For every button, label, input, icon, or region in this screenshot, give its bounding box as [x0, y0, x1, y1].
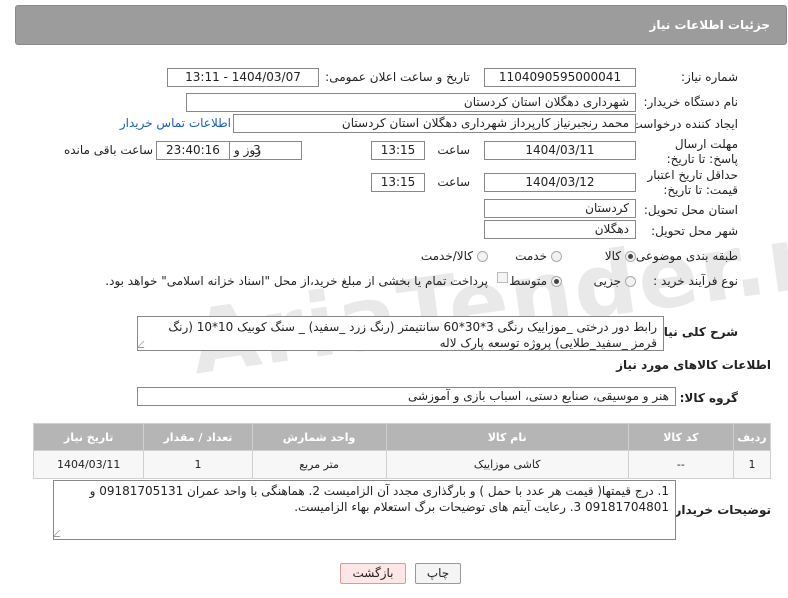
- purchase-type-label: نوع فرآیند خرید :: [653, 274, 738, 288]
- province-field: کردستان: [484, 199, 636, 218]
- cell-name: کاشی موزاییک: [385, 450, 629, 479]
- deadline-date-field: 1404/03/11: [484, 141, 636, 160]
- buyer-org-field: شهرداری دهگلان استان کردستان: [186, 93, 636, 112]
- watermark: AriaTender.neT: [184, 185, 788, 395]
- creator-field: محمد رنجبرنیاز کارپرداز شهرداری دهگلان ا…: [233, 114, 636, 133]
- description-field: رابط دور درختی _موزاییک رنگی 3*30*60 سان…: [137, 316, 664, 351]
- purchase-option-minor: جزیی: [593, 274, 621, 288]
- category-radio-service[interactable]: [551, 251, 562, 262]
- deadline-time-field: 13:15: [371, 141, 425, 160]
- page-title: جزئیات اطلاعات نیاز: [649, 18, 770, 32]
- purchase-radio-medium[interactable]: [551, 276, 562, 287]
- buyer-contact-link[interactable]: اطلاعات تماس خریدار: [120, 116, 231, 130]
- cell-date: 1404/03/11: [32, 450, 145, 479]
- deadline-time-label: ساعت: [437, 143, 470, 157]
- city-field: دهگلان: [484, 220, 636, 239]
- announce-field: 1404/03/07 - 13:11: [167, 68, 319, 87]
- need-number-label: شماره نیاز:: [681, 70, 738, 84]
- category-radio-goods-service[interactable]: [477, 251, 488, 262]
- cell-code: --: [627, 450, 734, 479]
- col-date-header: تاریخ نیاز: [32, 423, 145, 451]
- table-row: 1 -- کاشی موزاییک متر مربع 1 1404/03/11: [32, 450, 772, 479]
- category-option-goods: کالا: [604, 249, 621, 263]
- resize-handle-icon[interactable]: [54, 530, 67, 537]
- remaining-time-label: ساعت باقی مانده: [63, 143, 153, 157]
- category-radio-goods[interactable]: [625, 251, 636, 262]
- need-details-page: AriaTender.neT جزئیات اطلاعات نیاز شماره…: [0, 0, 788, 598]
- goods-group-label: گروه کالا:: [679, 391, 738, 405]
- description-label: شرح کلی نیاز:: [652, 325, 738, 339]
- description-text: رابط دور درختی _موزاییک رنگی 3*30*60 سان…: [168, 320, 657, 350]
- announce-label: تاریخ و ساعت اعلان عمومی:: [325, 70, 470, 84]
- validity-time-field: 13:15: [371, 173, 425, 192]
- col-row-header: ردیف: [732, 423, 772, 451]
- category-option-goods-service: کالا/خدمت: [420, 249, 473, 263]
- province-label: استان محل تحویل:: [643, 203, 738, 217]
- category-label: طبقه بندی موضوعی:: [631, 249, 738, 263]
- col-qty-header: تعداد / مقدار: [143, 423, 253, 451]
- cell-qty: 1: [143, 450, 253, 479]
- treasury-bond-note: پرداخت تمام یا بخشی از مبلغ خرید،از محل …: [105, 274, 488, 288]
- items-table: ردیف کد کالا نام کالا واحد شمارش تعداد /…: [32, 423, 772, 479]
- goods-group-field: هنر و موسیقی، صنایع دستی، اسباب بازی و آ…: [137, 387, 676, 406]
- print-button[interactable]: چاپ: [415, 563, 461, 584]
- need-number-field: 1104090595000041: [484, 68, 636, 87]
- buyer-notes-label: توضیحات خریدار:: [669, 503, 771, 517]
- col-name-header: نام کالا: [385, 423, 629, 451]
- col-code-header: کد کالا: [627, 423, 734, 451]
- goods-info-title: اطلاعات کالاهای مورد نیاز: [616, 358, 771, 372]
- category-option-service: خدمت: [515, 249, 547, 263]
- deadline-label: مهلت ارسال پاسخ: تا تاریخ:: [666, 137, 738, 166]
- buyer-notes-text: 1. درج قیمتها( قیمت هر عدد با حمل ) و با…: [89, 484, 669, 514]
- back-button[interactable]: بازگشت: [340, 563, 406, 584]
- table-header-row: ردیف کد کالا نام کالا واحد شمارش تعداد /…: [32, 423, 772, 451]
- purchase-radio-minor[interactable]: [625, 276, 636, 287]
- page-header: جزئیات اطلاعات نیاز: [15, 5, 787, 45]
- buyer-notes-field: 1. درج قیمتها( قیمت هر عدد با حمل ) و با…: [53, 480, 676, 540]
- cell-row: 1: [732, 450, 772, 479]
- buyer-org-label: نام دستگاه خریدار:: [643, 95, 739, 109]
- col-unit-header: واحد شمارش: [251, 423, 387, 451]
- city-label: شهر محل تحویل:: [651, 224, 738, 238]
- deadline-days-label: روز و: [234, 143, 261, 157]
- validity-label: حداقل تاریخ اعتبار قیمت: تا تاریخ:: [647, 168, 738, 197]
- cell-unit: متر مربع: [251, 450, 387, 479]
- creator-label: ایجاد کننده درخواست:: [627, 117, 738, 131]
- treasury-bond-checkbox[interactable]: [497, 272, 508, 283]
- resize-handle-icon[interactable]: [138, 341, 151, 348]
- remaining-time-field: 23:40:16: [156, 141, 230, 160]
- validity-time-label: ساعت: [437, 175, 470, 189]
- purchase-option-medium: متوسط: [509, 274, 547, 288]
- validity-date-field: 1404/03/12: [484, 173, 636, 192]
